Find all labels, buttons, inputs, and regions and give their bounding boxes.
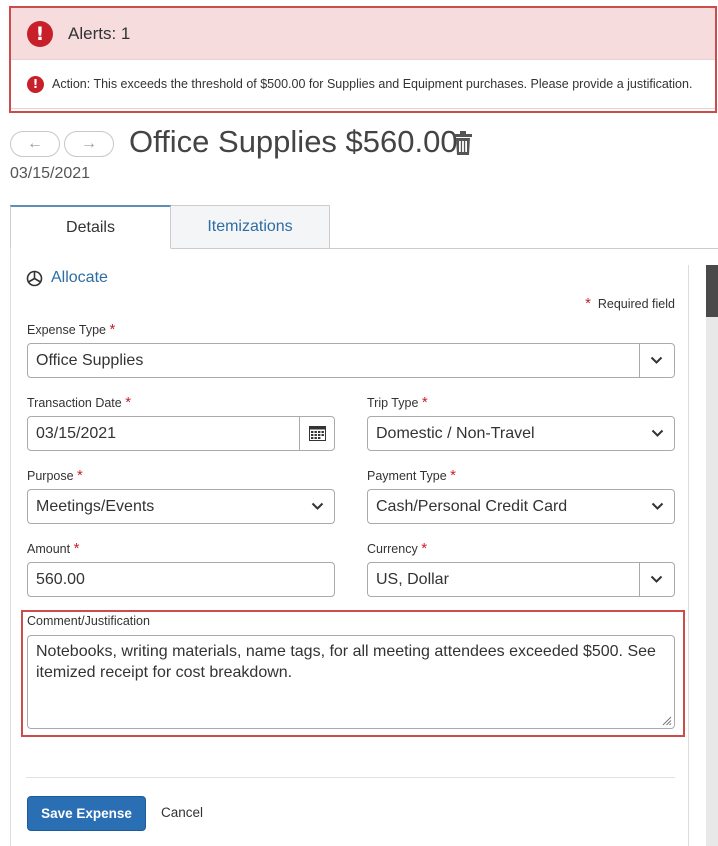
previous-expense-button[interactable]: ←	[10, 131, 60, 157]
amount-input[interactable]: 560.00	[27, 562, 335, 597]
page-title: Office Supplies $560.00	[129, 124, 458, 159]
chevron-down-icon	[651, 429, 664, 437]
chevron-down-icon	[650, 575, 663, 583]
comment-textarea[interactable]: Notebooks, writing materials, name tags,…	[27, 635, 675, 729]
currency-dropdown-button[interactable]	[639, 563, 674, 596]
alerts-panel: ! Alerts: 1 ! Action: This exceeds the t…	[9, 6, 717, 113]
chevron-down-icon	[651, 502, 664, 510]
expense-type-label: Expense Type *	[27, 321, 116, 338]
expense-date: 03/15/2021	[10, 165, 91, 182]
comment-value: Notebooks, writing materials, name tags,…	[36, 643, 656, 681]
comment-label: Comment/Justification	[27, 614, 150, 628]
allocate-label: Allocate	[51, 269, 108, 286]
chevron-down-icon	[311, 502, 324, 510]
purpose-select[interactable]: Meetings/Events	[27, 489, 335, 524]
purpose-value: Meetings/Events	[36, 498, 155, 515]
chevron-down-icon	[650, 356, 663, 364]
trip-type-label: Trip Type *	[367, 394, 428, 411]
panel-border	[688, 265, 689, 846]
trip-type-value: Domestic / Non-Travel	[376, 425, 535, 442]
transaction-date-input[interactable]: 03/15/2021	[27, 416, 335, 451]
trash-icon[interactable]	[454, 131, 472, 155]
payment-type-value: Cash/Personal Credit Card	[376, 498, 568, 515]
transaction-date-label: Transaction Date *	[27, 394, 132, 411]
alert-item: ! Action: This exceeds the threshold of …	[11, 59, 715, 109]
calendar-icon	[309, 426, 326, 441]
trip-type-select[interactable]: Domestic / Non-Travel	[367, 416, 675, 451]
scrollbar[interactable]	[706, 265, 718, 846]
required-field-note: * Required field	[585, 295, 675, 312]
tab-details[interactable]: Details	[10, 205, 171, 249]
save-expense-button[interactable]: Save Expense	[27, 796, 146, 831]
footer-divider	[26, 777, 675, 778]
payment-type-label: Payment Type *	[367, 467, 457, 484]
exclamation-circle-icon: !	[27, 75, 44, 93]
expense-page: ! Alerts: 1 ! Action: This exceeds the t…	[0, 0, 718, 846]
cancel-button[interactable]: Cancel	[161, 805, 203, 820]
currency-select[interactable]: US, Dollar	[367, 562, 675, 597]
transaction-date-value: 03/15/2021	[36, 425, 117, 442]
exclamation-circle-icon: !	[27, 20, 53, 47]
resize-grip-icon[interactable]	[662, 716, 672, 726]
next-expense-button[interactable]: →	[64, 131, 114, 157]
panel-border	[10, 249, 11, 846]
allocate-link[interactable]: Allocate	[26, 269, 108, 287]
scrollbar-thumb[interactable]	[706, 265, 718, 317]
alerts-title: Alerts: 1	[68, 23, 131, 43]
currency-label: Currency *	[367, 540, 428, 557]
alert-message: Action: This exceeds the threshold of $5…	[52, 77, 693, 91]
currency-value: US, Dollar	[376, 571, 449, 588]
purpose-label: Purpose *	[27, 467, 83, 484]
alerts-header: ! Alerts: 1	[11, 8, 715, 59]
amount-value: 560.00	[36, 571, 85, 588]
payment-type-select[interactable]: Cash/Personal Credit Card	[367, 489, 675, 524]
calendar-button[interactable]	[299, 417, 334, 450]
expense-type-dropdown-button[interactable]	[639, 344, 674, 377]
pie-chart-icon	[26, 270, 43, 286]
amount-label: Amount *	[27, 540, 80, 557]
tab-itemizations[interactable]: Itemizations	[171, 205, 330, 249]
expense-type-select[interactable]: Office Supplies	[27, 343, 675, 378]
expense-type-value: Office Supplies	[36, 352, 144, 369]
